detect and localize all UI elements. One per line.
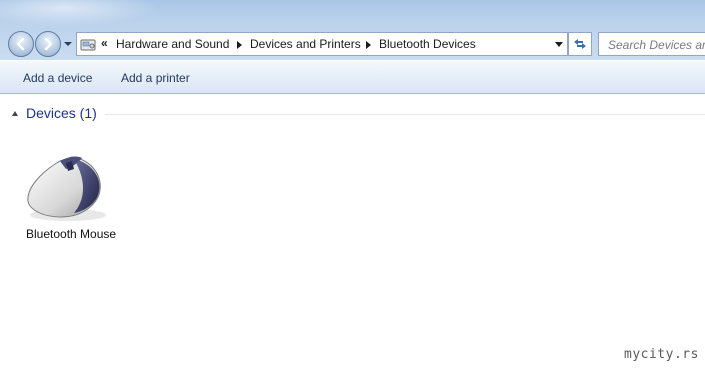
add-printer-button[interactable]: Add a printer xyxy=(121,71,190,85)
breadcrumb-separator[interactable] xyxy=(237,41,242,49)
command-bar: Add a device Add a printer xyxy=(0,60,705,94)
control-panel-icon xyxy=(80,39,96,51)
refresh-icon xyxy=(574,39,586,49)
arrow-left-icon xyxy=(16,37,25,51)
group-divider xyxy=(105,114,705,115)
breadcrumb-devices-and-printers[interactable]: Devices and Printers xyxy=(250,37,361,51)
device-label: Bluetooth Mouse xyxy=(26,227,117,241)
content-pane: Devices (1) Bluetooth Mouse xyxy=(0,94,705,370)
breadcrumb-overflow[interactable]: « xyxy=(101,36,108,50)
group-header-devices[interactable]: Devices (1) xyxy=(26,105,97,121)
recent-pages-dropdown[interactable] xyxy=(63,40,73,48)
blurred-background xyxy=(0,0,160,26)
breadcrumb-hardware-and-sound[interactable]: Hardware and Sound xyxy=(116,37,229,51)
arrow-right-icon xyxy=(44,37,53,51)
refresh-button[interactable] xyxy=(568,32,592,56)
watermark: mycity.rs xyxy=(624,347,699,362)
device-item[interactable]: Bluetooth Mouse xyxy=(18,149,128,249)
back-button[interactable] xyxy=(8,31,34,57)
breadcrumb-separator[interactable] xyxy=(366,41,371,49)
address-history-dropdown[interactable] xyxy=(555,42,563,47)
collapse-group-icon[interactable] xyxy=(12,111,18,116)
search-input[interactable]: Search Devices and xyxy=(598,32,705,56)
forward-button[interactable] xyxy=(35,31,61,57)
add-device-button[interactable]: Add a device xyxy=(23,71,92,85)
address-bar[interactable]: « Hardware and Sound Devices and Printer… xyxy=(76,32,568,56)
breadcrumb-bluetooth-devices[interactable]: Bluetooth Devices xyxy=(379,37,476,51)
mouse-icon xyxy=(27,156,106,221)
